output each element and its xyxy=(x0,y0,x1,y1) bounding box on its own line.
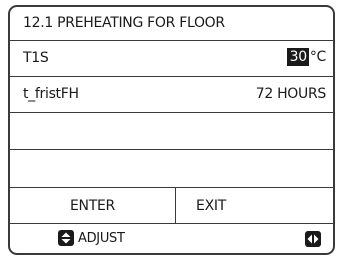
controller-screen: 12.1 PREHEATING FOR FLOOR T1S 30 °C t_fr… xyxy=(8,5,335,255)
page-title: 12.1 PREHEATING FOR FLOOR xyxy=(23,15,225,31)
t1s-unit: °C xyxy=(309,49,326,65)
left-right-arrows-icon xyxy=(305,231,321,247)
empty-row-1 xyxy=(10,113,333,150)
param-row-t-firstfh[interactable]: t_fristFH 72 HOURS xyxy=(10,77,333,113)
param-row-t1s[interactable]: T1S 30 °C xyxy=(10,41,333,77)
param-label-t1s: T1S xyxy=(23,50,49,66)
title-bar: 12.1 PREHEATING FOR FLOOR xyxy=(10,7,333,41)
adjust-hint: ADJUST xyxy=(58,230,125,246)
t-firstfh-value: 72 HOURS xyxy=(255,86,327,102)
exit-button[interactable]: EXIT xyxy=(176,188,246,223)
param-label-t-firstfh: t_fristFH xyxy=(23,86,79,102)
t1s-value-highlight[interactable]: 30 xyxy=(286,48,309,66)
empty-row-2 xyxy=(10,150,333,188)
up-down-arrows-icon xyxy=(58,230,74,246)
adjust-label: ADJUST xyxy=(78,230,125,246)
enter-button[interactable]: ENTER xyxy=(10,188,176,223)
footer-bar: ADJUST xyxy=(10,224,333,253)
t1s-value-field[interactable]: 30 °C xyxy=(286,48,326,66)
button-row: ENTER EXIT xyxy=(10,188,333,224)
